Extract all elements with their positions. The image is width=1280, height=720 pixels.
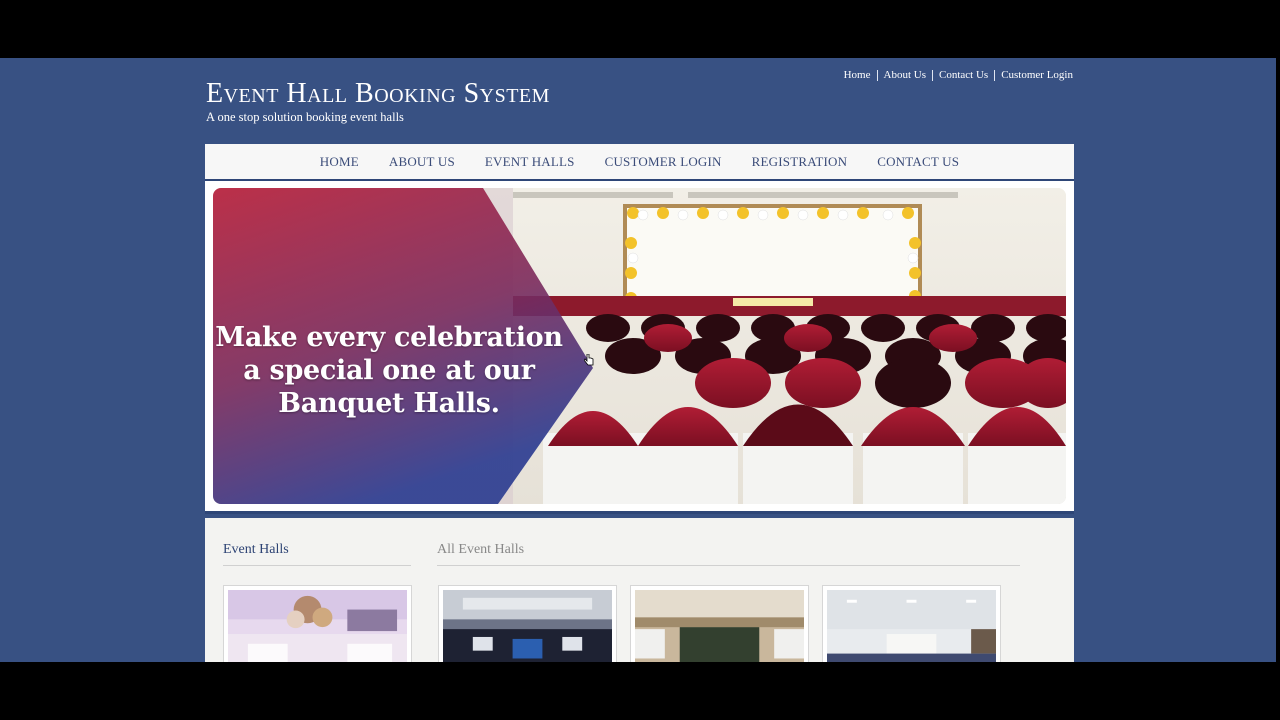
top-link-customer-login[interactable]: Customer Login <box>1001 69 1073 81</box>
content-area: Event Halls All Event Halls <box>205 518 1074 662</box>
nav-event-halls[interactable]: EVENT HALLS <box>485 154 575 170</box>
site-brand: Event Hall Booking System A one stop sol… <box>206 80 550 125</box>
nav-registration[interactable]: REGISTRATION <box>752 154 848 170</box>
banner-divider <box>205 511 1074 514</box>
pointer-cursor-icon <box>584 354 594 366</box>
banner-frame: Make every celebration a special one at … <box>205 181 1074 514</box>
top-link-contact[interactable]: Contact Us <box>939 69 988 81</box>
hall-photo <box>443 590 612 662</box>
top-link-separator <box>876 69 878 81</box>
hall-photo <box>635 590 804 662</box>
top-link-separator <box>931 69 933 81</box>
banner-headline: Make every celebration a special one at … <box>213 321 565 420</box>
sidebar-hall-thumbnail[interactable] <box>223 585 412 662</box>
banner-line: Make every celebration <box>215 322 563 353</box>
nav-about-us[interactable]: ABOUT US <box>389 154 455 170</box>
hall-photo <box>228 590 407 662</box>
site-tagline: A one stop solution booking event halls <box>206 110 404 124</box>
top-link-separator <box>994 69 996 81</box>
top-link-home[interactable]: Home <box>844 69 871 81</box>
banner-line: Banquet Halls. <box>278 388 500 419</box>
event-hall-card[interactable] <box>438 585 617 662</box>
top-link-about[interactable]: About Us <box>884 69 926 81</box>
nav-customer-login[interactable]: CUSTOMER LOGIN <box>605 154 722 170</box>
banner-line: a special one at our <box>243 355 535 386</box>
main-nav: HOME ABOUT US EVENT HALLS CUSTOMER LOGIN… <box>205 144 1074 181</box>
site-title[interactable]: Event Hall Booking System <box>206 80 550 108</box>
nav-contact-us[interactable]: CONTACT US <box>877 154 959 170</box>
top-links: Home About Us Contact Us Customer Login <box>844 69 1073 81</box>
event-hall-card[interactable] <box>630 585 809 662</box>
sidebar-heading-event-halls: Event Halls <box>223 542 411 566</box>
browser-viewport: Home About Us Contact Us Customer Login … <box>0 58 1280 662</box>
hall-photo <box>827 590 996 662</box>
nav-home[interactable]: HOME <box>320 154 359 170</box>
event-hall-card[interactable] <box>822 585 1001 662</box>
main-heading-all-event-halls: All Event Halls <box>437 542 1020 566</box>
hero-banner: Make every celebration a special one at … <box>213 188 1066 504</box>
